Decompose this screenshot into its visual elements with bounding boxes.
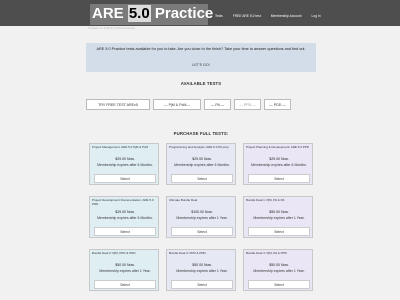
product-price: $50.00 Now. bbox=[115, 263, 135, 267]
product-name: Project Management: ARE 5.0 PjM & PcM bbox=[92, 145, 149, 149]
product-price: $29.00 Now. bbox=[269, 157, 289, 161]
site-logo[interactable]: ARE 5.0 Practice bbox=[90, 4, 213, 25]
select-button[interactable]: Select bbox=[171, 280, 233, 289]
product-name: Bundle Deal 3: PPD & PDD bbox=[169, 251, 206, 255]
test-filters: TRY FREE TEST AREv5 — PjM & PcM— — PA — … bbox=[86, 99, 316, 110]
membership-expiry: Membership expires after 1 Year. bbox=[176, 216, 228, 220]
membership-expiry: Membership expires after 6 Months. bbox=[251, 163, 307, 167]
product-name: Project Development Documentation: ARE 5… bbox=[92, 198, 154, 206]
product-card: Ultimate Bundle Deal $100.00 Now. Membersh… bbox=[166, 196, 236, 238]
product-price: $50.00 Now. bbox=[192, 263, 212, 267]
main-nav: Tests FREE ARE 5.0 test Membership Accou… bbox=[215, 14, 321, 18]
banner-text: ARE 5.0 Practice tests available for you… bbox=[96, 47, 306, 51]
membership-expiry: Membership expires after 6 Months. bbox=[174, 163, 230, 167]
membership-expiry: Membership expires after 6 Months. bbox=[97, 163, 153, 167]
select-button[interactable]: Select bbox=[248, 280, 310, 289]
product-card: Project Development Documentation: ARE 5… bbox=[89, 196, 159, 238]
logo-text: ARE 5.0 Practice bbox=[92, 4, 213, 24]
select-button[interactable]: Select bbox=[248, 227, 310, 236]
product-price: $29.00 Now. bbox=[115, 210, 135, 214]
membership-expiry: Membership expires after 6 Months. bbox=[97, 216, 153, 220]
select-button[interactable]: Select bbox=[94, 227, 156, 236]
logo-suffix: Practice bbox=[154, 5, 214, 22]
nav-membership-account[interactable]: Membership Account bbox=[271, 14, 302, 18]
select-button[interactable]: Select bbox=[94, 174, 156, 183]
product-name: Bundle Deal 2: PjM, PPD & PDD bbox=[92, 251, 136, 255]
select-button[interactable]: Select bbox=[171, 174, 233, 183]
filter-free-test[interactable]: TRY FREE TEST AREv5 bbox=[86, 99, 150, 110]
product-card: Bundle Deal 2: PjM, PPD & PDD $50.00 Now.… bbox=[89, 249, 159, 291]
membership-expiry: Membership expires after 1 Year. bbox=[99, 269, 151, 273]
site-tagline: Prepare for ARE 5.0 Practice Exam bbox=[88, 26, 136, 30]
product-name: Project Planning & Development: ARE 5.0 … bbox=[246, 145, 309, 149]
membership-expiry: Membership expires after 1 Year. bbox=[176, 269, 228, 273]
filter-ppd[interactable]: — PPD — bbox=[234, 99, 261, 110]
lets-go-link[interactable]: LET'S GO! bbox=[86, 63, 316, 67]
product-price: $50.00 Now. bbox=[269, 210, 289, 214]
filter-pjm-pcm[interactable]: — PjM & PcM— bbox=[153, 99, 201, 110]
membership-expiry: Membership expires after 1 Year. bbox=[253, 269, 305, 273]
available-tests-title: AVAILABLE TESTS bbox=[180, 81, 222, 86]
product-card: Bundle Deal 3: PPD & PDD $50.00 Now. Membe… bbox=[166, 249, 236, 291]
product-card: Bundle Deal 1: PjM, PA & PA $50.00 Now. Me… bbox=[243, 196, 313, 238]
nav-free-test[interactable]: FREE ARE 5.0 test bbox=[233, 14, 261, 18]
product-card: Programming and Analysis: ARE 5.0 PA pre… bbox=[166, 143, 236, 185]
product-price: $100.00 Now. bbox=[191, 210, 213, 214]
product-price: $29.00 Now. bbox=[192, 157, 212, 161]
purchase-tests-title: PURCHASE FULL TESTS: bbox=[173, 131, 229, 136]
filter-pdd[interactable]: — PDD — bbox=[264, 99, 291, 110]
logo-prefix: ARE bbox=[92, 5, 124, 22]
product-name: Programming and Analysis: ARE 5.0 PA pre… bbox=[169, 145, 229, 149]
select-button[interactable]: Select bbox=[94, 280, 156, 289]
product-name: Ultimate Bundle Deal bbox=[169, 198, 198, 202]
nav-log-in[interactable]: Log In bbox=[312, 14, 321, 18]
site-header: ARE 5.0 Practice Prepare for ARE 5.0 Pra… bbox=[0, 0, 400, 30]
select-button[interactable]: Select bbox=[171, 227, 233, 236]
logo-number: 5.0 bbox=[127, 5, 151, 22]
product-name: Bundle Deal 1: PjM, PA & PA bbox=[246, 198, 285, 202]
product-name: Bundle Deal 4: PjM, PA & PPD bbox=[246, 251, 287, 255]
nav-tests[interactable]: Tests bbox=[215, 14, 223, 18]
product-price: $50.00 Now. bbox=[269, 263, 289, 267]
select-button[interactable]: Select bbox=[248, 174, 310, 183]
product-price: $29.00 Now. bbox=[115, 157, 135, 161]
product-card: Project Planning & Development: ARE 5.0 … bbox=[243, 143, 313, 185]
filter-pa[interactable]: — PA — bbox=[204, 99, 231, 110]
product-card: Project Management: ARE 5.0 PjM & PcM $29… bbox=[89, 143, 159, 185]
product-card: Bundle Deal 4: PjM, PA & PPD $50.00 Now. M… bbox=[243, 249, 313, 291]
membership-expiry: Membership expires after 1 Year. bbox=[253, 216, 305, 220]
intro-banner: ARE 5.0 Practice tests available for you… bbox=[86, 43, 316, 72]
